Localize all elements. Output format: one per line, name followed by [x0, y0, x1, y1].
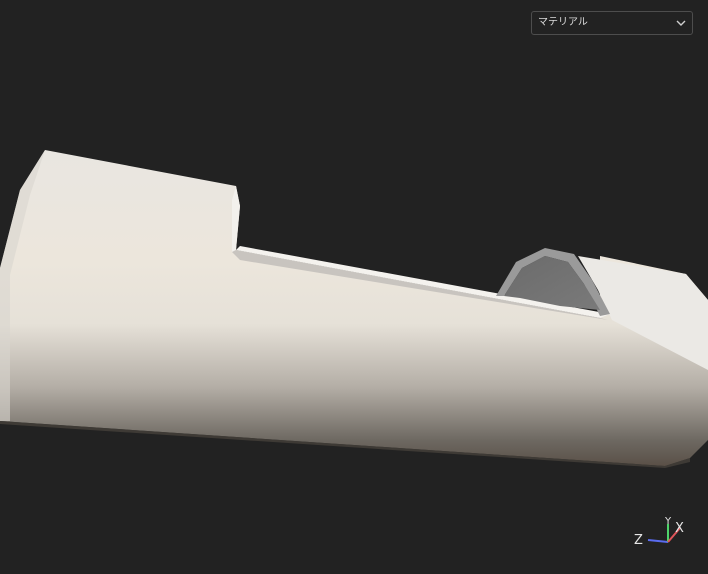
z-axis-line	[647, 539, 669, 543]
material-select-label: マテリアル	[538, 17, 588, 28]
axis-gizmo[interactable]: Z Y X	[628, 512, 692, 552]
x-axis-label: X	[675, 521, 684, 536]
model-render[interactable]	[0, 0, 708, 574]
z-axis-label: Z	[634, 533, 643, 548]
step-face	[232, 186, 240, 252]
y-axis-label: Y	[664, 516, 672, 527]
chevron-down-icon	[675, 12, 687, 34]
3d-viewport[interactable]: マテリアル Z Y X	[0, 0, 708, 574]
material-select[interactable]: マテリアル	[531, 11, 693, 35]
